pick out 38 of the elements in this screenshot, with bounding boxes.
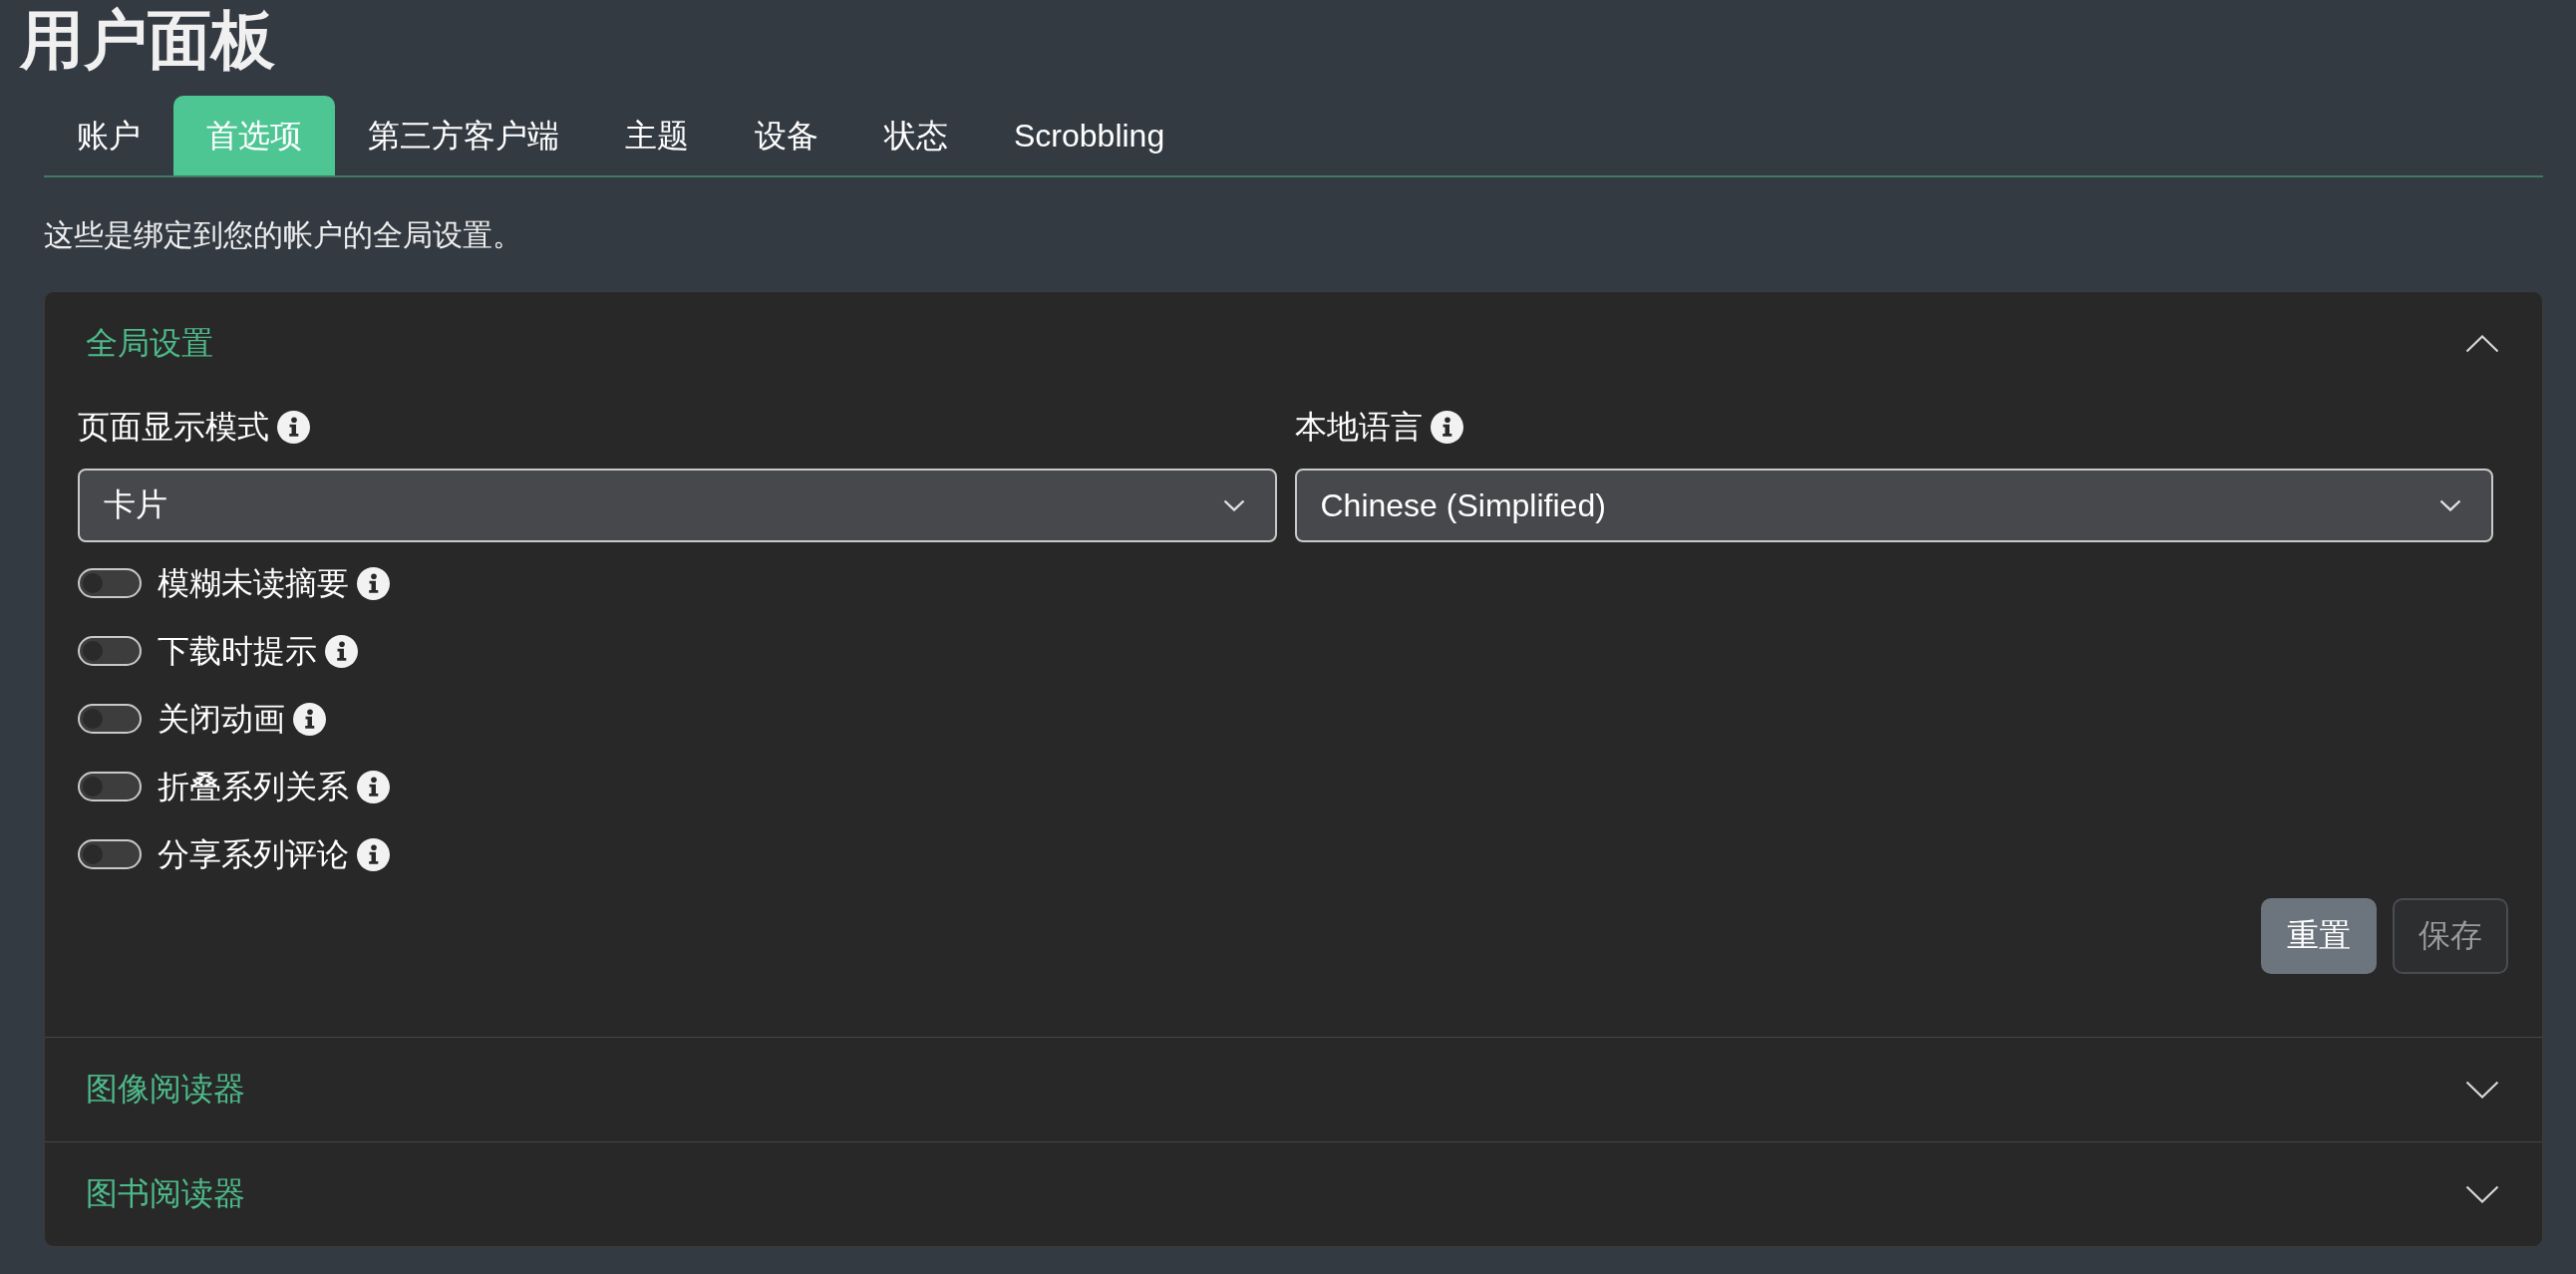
toggle-label: 分享系列评论 — [158, 835, 349, 874]
tab[interactable]: 主题 — [592, 96, 722, 175]
chevron-down-icon — [2439, 499, 2461, 511]
info-icon[interactable] — [277, 410, 310, 444]
info-icon[interactable] — [357, 566, 390, 600]
toggle-switch[interactable] — [78, 839, 142, 869]
toggle-label: 关闭动画 — [158, 700, 285, 739]
chevron-down-icon — [2465, 1185, 2499, 1203]
info-icon[interactable] — [357, 837, 390, 871]
reset-button[interactable]: 重置 — [2261, 898, 2377, 974]
toggle-switch[interactable] — [78, 772, 142, 801]
toggle-switch[interactable] — [78, 636, 142, 666]
field-label: 本地语言 — [1294, 408, 1423, 447]
toggle-label: 下载时提示 — [158, 632, 317, 671]
dropdown-field[interactable]: 卡片 — [78, 469, 1277, 542]
chevron-up-icon — [2465, 334, 2499, 353]
tab[interactable]: Scrobbling — [981, 96, 1198, 175]
field-label: 页面显示模式 — [78, 408, 269, 447]
toggle-label: 模糊未读摘要 — [158, 564, 349, 603]
tab[interactable]: 状态 — [851, 96, 981, 175]
dropdown-field[interactable]: Chinese (Simplified) — [1294, 469, 2493, 542]
tab[interactable]: 设备 — [722, 96, 851, 175]
info-icon[interactable] — [357, 770, 390, 803]
toggle-switch[interactable] — [78, 568, 142, 598]
tab[interactable]: 账户 — [44, 96, 173, 175]
accordion-header[interactable]: 全局设置 — [45, 292, 2542, 395]
info-icon[interactable] — [325, 634, 358, 668]
toggle-switch[interactable] — [78, 704, 142, 734]
info-icon[interactable] — [1430, 410, 1463, 444]
page-title: 用户面板 — [20, 3, 275, 78]
tab[interactable]: 第三方客户端 — [335, 96, 592, 175]
accordion-header[interactable]: 图像阅读器 — [45, 1038, 2542, 1141]
accordion-header[interactable]: 图书阅读器 — [45, 1142, 2542, 1246]
chevron-down-icon — [1222, 499, 1245, 511]
chevron-down-icon — [2465, 1081, 2499, 1099]
toggle-label: 折叠系列关系 — [158, 768, 349, 806]
description-text: 这些是绑定到您的帐户的全局设置。 — [44, 217, 522, 253]
info-icon[interactable] — [293, 702, 326, 736]
